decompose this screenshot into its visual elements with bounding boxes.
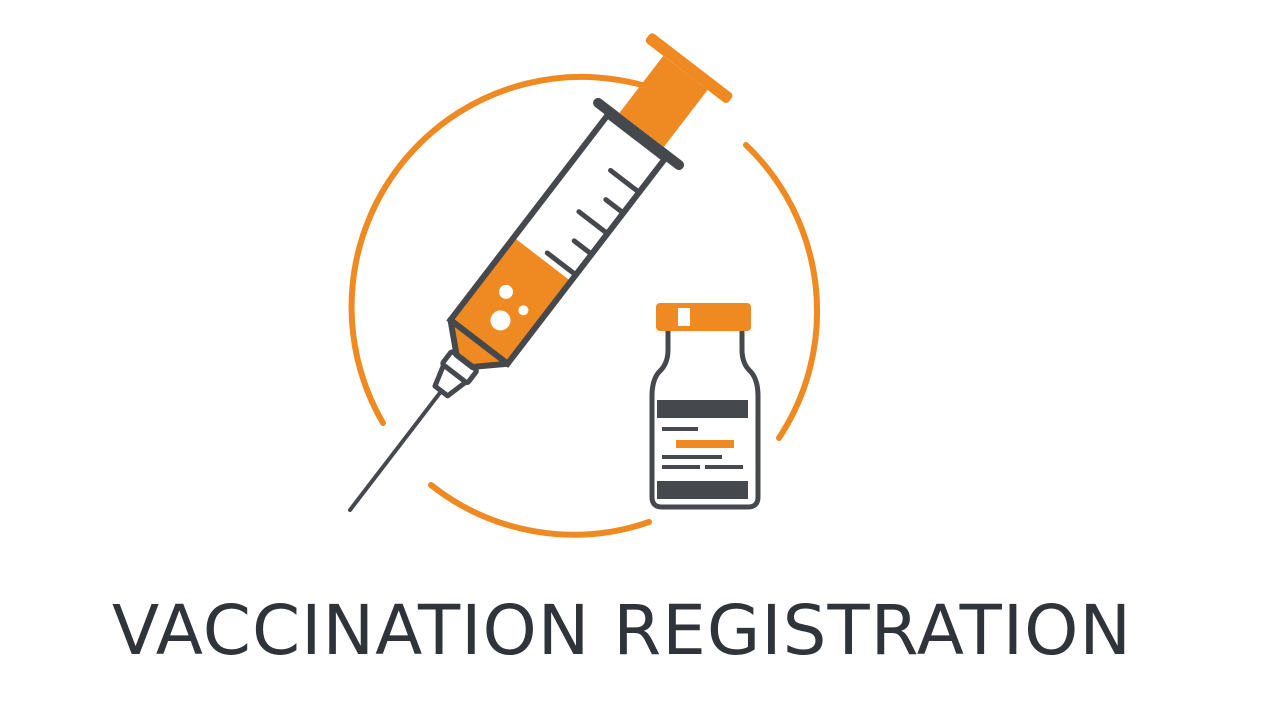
vial-label-line <box>662 427 698 431</box>
vial-label-line <box>662 465 700 469</box>
page: VACCINATION REGISTRATION <box>0 0 1280 720</box>
syringe-graduations <box>544 167 642 278</box>
vial-body <box>649 331 761 510</box>
vial-label-bottom <box>657 481 748 499</box>
vial-icon <box>649 303 761 510</box>
vial-label-top <box>657 400 748 418</box>
ring-arc-bottom <box>428 482 652 538</box>
syringe-needle <box>348 387 445 512</box>
page-title: VACCINATION REGISTRATION <box>112 591 1133 671</box>
vial-cap <box>656 303 751 331</box>
vial-label-line <box>662 455 722 459</box>
vial-label-accent <box>676 440 734 448</box>
vial-label-line <box>705 465 743 469</box>
vial-cap-highlight <box>678 308 690 326</box>
